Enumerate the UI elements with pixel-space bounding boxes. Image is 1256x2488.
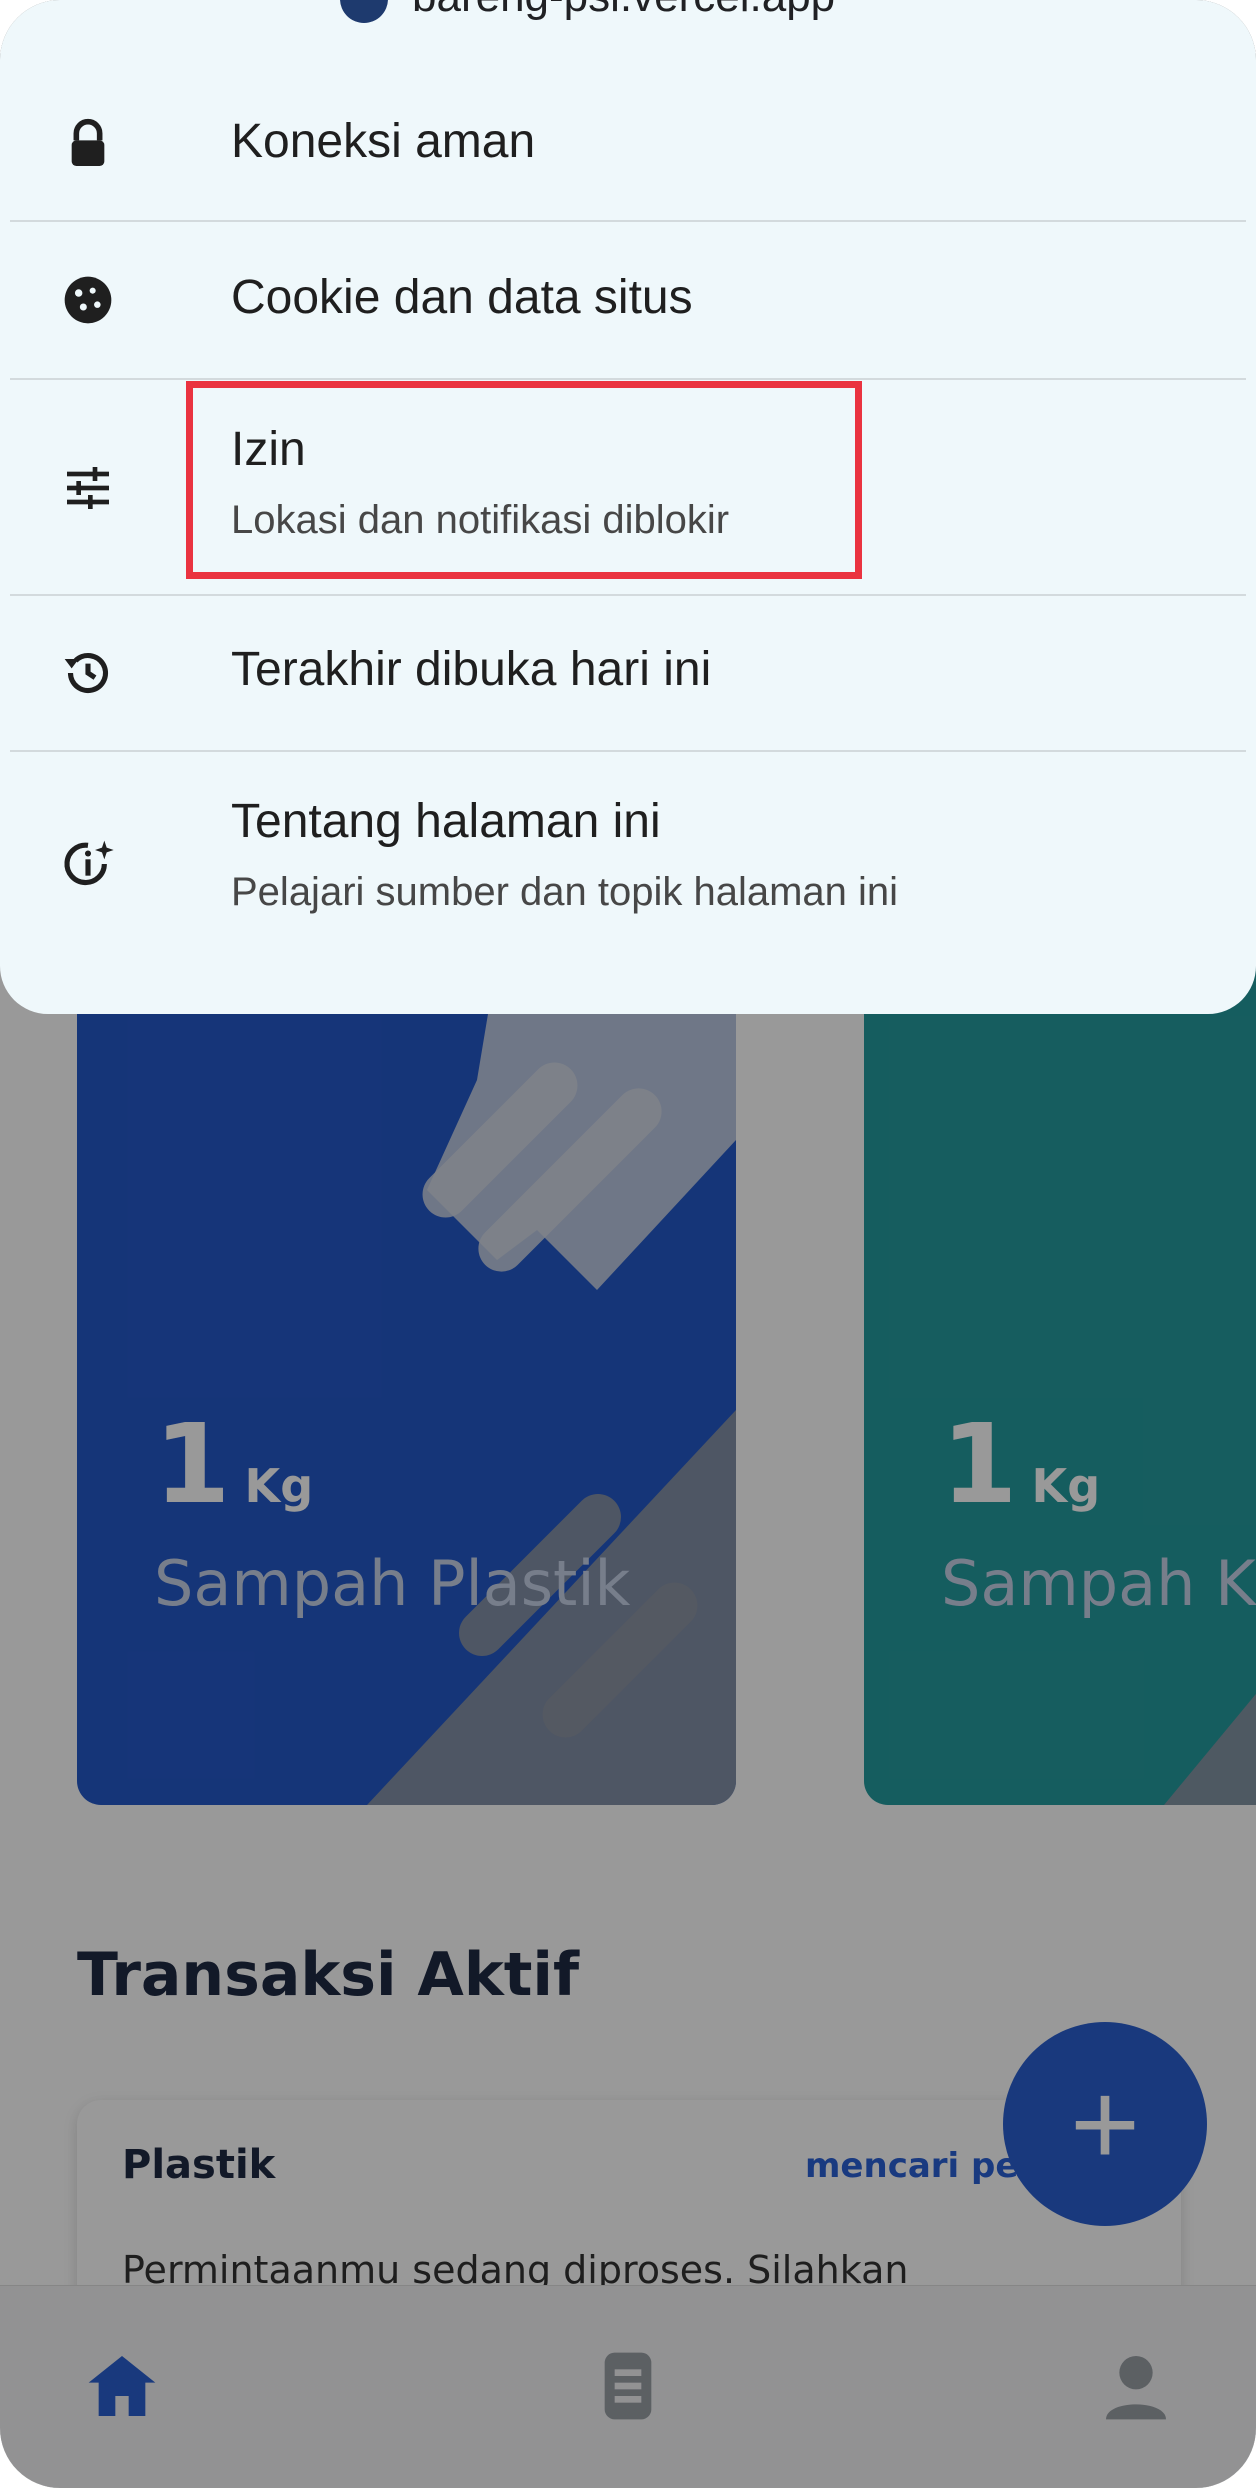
about-page-item[interactable]: Tentang halaman ini Pelajari sumber dan …	[0, 752, 1256, 972]
tune-icon	[67, 467, 109, 509]
highlight-box	[186, 381, 862, 579]
last-visited-label: Terakhir dibuka hari ini	[231, 643, 712, 696]
phone-screen: 1Kg Sampah Plastik 1Kg Sampah Kertas Tra…	[0, 0, 1256, 2488]
secure-connection-label: Koneksi aman	[231, 115, 536, 168]
lock-icon	[71, 118, 105, 166]
site-info-sheet: bareng-psi.vercel.app Koneksi aman Cooki…	[0, 0, 1256, 1014]
about-page-description: Pelajari sumber dan topik halaman ini	[231, 870, 899, 914]
cookies-label: Cookie dan data situs	[231, 271, 693, 324]
info-sparkle-icon	[64, 840, 114, 886]
cookie-icon	[64, 276, 112, 324]
cookies-item[interactable]: Cookie dan data situs	[0, 222, 1256, 378]
secure-connection-item[interactable]: Koneksi aman	[0, 90, 1256, 220]
about-page-label: Tentang halaman ini	[231, 795, 661, 848]
site-favicon-icon	[340, 0, 388, 24]
history-icon	[64, 652, 109, 694]
site-url: bareng-psi.vercel.app	[340, 0, 835, 24]
site-url-text: bareng-psi.vercel.app	[412, 0, 835, 21]
last-visited-item[interactable]: Terakhir dibuka hari ini	[0, 596, 1256, 750]
